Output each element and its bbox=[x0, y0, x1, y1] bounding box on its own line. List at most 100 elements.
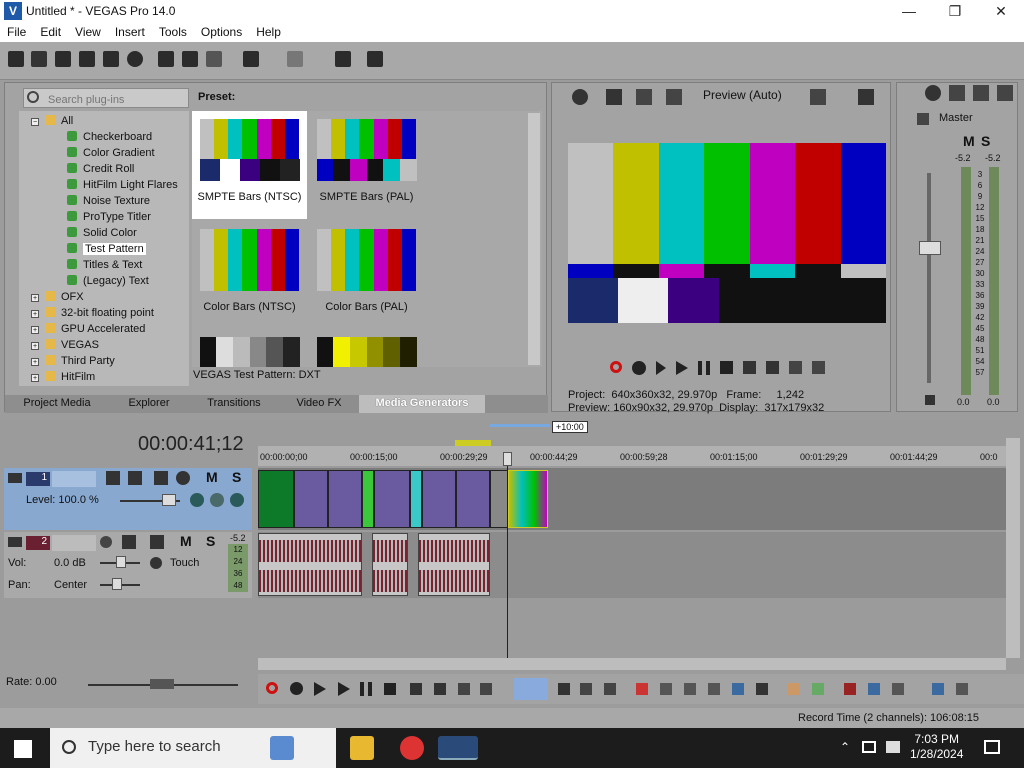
insert-region-icon[interactable] bbox=[812, 683, 824, 695]
timeline-pause-icon[interactable] bbox=[360, 682, 372, 696]
audio-clip[interactable] bbox=[418, 533, 490, 596]
timeline-horizontal-scrollbar[interactable] bbox=[258, 658, 1006, 670]
tree-item-gpu[interactable]: + GPU Accelerated bbox=[31, 321, 145, 337]
search-plugins-input[interactable] bbox=[23, 88, 189, 108]
audio-track-name-field[interactable] bbox=[52, 535, 96, 551]
cut-icon[interactable] bbox=[158, 51, 174, 67]
tree-item-hitfilm-light-flares[interactable]: HitFilm Light Flares bbox=[67, 177, 178, 193]
tree-item-checkerboard[interactable]: Checkerboard bbox=[67, 129, 152, 145]
delete-icon[interactable] bbox=[636, 683, 648, 695]
new-project-icon[interactable] bbox=[8, 51, 24, 67]
play-from-start-icon[interactable] bbox=[656, 361, 666, 375]
playhead-handle[interactable] bbox=[503, 452, 512, 466]
video-clip[interactable] bbox=[294, 470, 328, 528]
timeline-previous-frame-icon[interactable] bbox=[458, 683, 470, 695]
paste-icon[interactable] bbox=[206, 51, 222, 67]
auto-ripple-icon[interactable] bbox=[892, 683, 904, 695]
tray-chevron-icon[interactable]: ⌃ bbox=[840, 740, 850, 754]
master-solo-button[interactable]: S bbox=[981, 133, 990, 149]
auto-crossfade-icon[interactable] bbox=[868, 683, 880, 695]
audio-clip[interactable] bbox=[372, 533, 408, 596]
normal-edit-tool-icon[interactable] bbox=[514, 678, 548, 700]
notifications-icon[interactable] bbox=[984, 740, 1000, 754]
render-icon[interactable] bbox=[103, 51, 119, 67]
menu-options[interactable]: Options bbox=[194, 25, 249, 39]
volume-muted-icon[interactable] bbox=[886, 741, 900, 753]
automation-mode-dropdown[interactable]: Touch bbox=[170, 557, 199, 569]
tree-item-solid-color[interactable]: Solid Color bbox=[67, 225, 137, 241]
tab-media-generators[interactable]: Media Generators bbox=[359, 395, 485, 413]
trim-end-icon[interactable] bbox=[708, 683, 720, 695]
enable-snapping-icon[interactable] bbox=[335, 51, 351, 67]
tree-item-color-gradient[interactable]: Color Gradient bbox=[67, 145, 155, 161]
timeline-go-to-end-icon[interactable] bbox=[434, 683, 446, 695]
tree-item-test-pattern[interactable]: Test Pattern bbox=[67, 241, 146, 257]
tree-item-legacy-text[interactable]: (Legacy) Text bbox=[67, 273, 149, 289]
audio-track-lane[interactable] bbox=[258, 532, 1006, 598]
video-clip[interactable] bbox=[374, 470, 410, 528]
tab-explorer[interactable]: Explorer bbox=[109, 395, 189, 413]
timeline-play-from-start-icon[interactable] bbox=[314, 682, 326, 696]
selection-tool-icon[interactable] bbox=[580, 683, 592, 695]
record-icon[interactable] bbox=[610, 361, 622, 373]
timeline-stop-icon[interactable] bbox=[384, 683, 396, 695]
mixer-gear-icon[interactable] bbox=[925, 85, 941, 101]
audio-track-motion-icon[interactable] bbox=[150, 535, 164, 549]
mask-icon[interactable] bbox=[230, 493, 244, 507]
video-clip[interactable] bbox=[258, 470, 294, 528]
video-track-name-field[interactable] bbox=[52, 471, 96, 487]
tree-item-titles-text[interactable]: Titles & Text bbox=[67, 257, 142, 273]
mixer-speaker-icon[interactable] bbox=[973, 85, 989, 101]
preset-color-bars-ntsc[interactable]: Color Bars (NTSC) bbox=[192, 221, 307, 329]
fader-lock-icon[interactable] bbox=[925, 395, 935, 405]
insert-marker-icon[interactable] bbox=[788, 683, 800, 695]
video-track-mute-button[interactable]: M bbox=[206, 469, 218, 485]
tree-item-32bit[interactable]: +32-bit floating point bbox=[31, 305, 154, 321]
tree-item-protype-titler[interactable]: ProType Titler bbox=[67, 209, 151, 225]
preset-color-bars-pal[interactable]: Color Bars (PAL) bbox=[309, 221, 424, 329]
trim-start-icon[interactable] bbox=[684, 683, 696, 695]
timeline-next-frame-icon[interactable] bbox=[480, 683, 492, 695]
track-settings-gear-icon[interactable] bbox=[176, 471, 190, 485]
menu-edit[interactable]: Edit bbox=[33, 25, 68, 39]
video-track-header[interactable]: 1 M S Level: 100.0 % bbox=[4, 468, 252, 530]
master-mute-button[interactable]: M bbox=[963, 133, 975, 149]
timeline-loop-icon[interactable] bbox=[290, 682, 303, 695]
video-track-solo-button[interactable]: S bbox=[232, 469, 241, 485]
rate-slider-handle[interactable] bbox=[150, 679, 174, 689]
track-collapse-icon[interactable] bbox=[8, 473, 22, 483]
tab-transitions[interactable]: Transitions bbox=[189, 395, 279, 413]
video-clip[interactable] bbox=[410, 470, 422, 528]
volume-slider-handle[interactable] bbox=[116, 556, 126, 568]
redo-icon[interactable] bbox=[287, 51, 303, 67]
save-icon[interactable] bbox=[55, 51, 71, 67]
track-fx-icon[interactable] bbox=[128, 471, 142, 485]
preset-smpte-ntsc[interactable]: SMPTE Bars (NTSC) bbox=[192, 111, 307, 219]
envelope-tool-icon[interactable] bbox=[558, 683, 570, 695]
menu-help[interactable]: Help bbox=[249, 25, 288, 39]
whats-this-help-icon[interactable] bbox=[367, 51, 383, 67]
tree-item-ofx[interactable]: + OFX bbox=[31, 289, 84, 305]
close-button[interactable]: ✕ bbox=[978, 0, 1024, 22]
copy-snapshot-icon[interactable] bbox=[858, 89, 874, 105]
preset-grayscale[interactable] bbox=[192, 329, 307, 367]
tree-item-third-party[interactable]: + Third Party bbox=[31, 353, 115, 369]
menu-insert[interactable]: Insert bbox=[108, 25, 152, 39]
audio-track-collapse-icon[interactable] bbox=[8, 537, 22, 547]
level-slider-handle[interactable] bbox=[162, 494, 176, 506]
composite-parent-icon[interactable] bbox=[190, 493, 204, 507]
video-clip[interactable] bbox=[328, 470, 362, 528]
play-icon[interactable] bbox=[676, 361, 688, 375]
mixer-insert-icon[interactable] bbox=[949, 85, 965, 101]
menu-view[interactable]: View bbox=[68, 25, 108, 39]
stop-icon[interactable] bbox=[720, 361, 733, 374]
tree-item-credit-roll[interactable]: Credit Roll bbox=[67, 161, 134, 177]
overlays-grid-icon[interactable] bbox=[810, 89, 826, 105]
timeline-record-icon[interactable] bbox=[266, 682, 278, 694]
previous-frame-icon[interactable] bbox=[789, 361, 802, 374]
copy-icon[interactable] bbox=[182, 51, 198, 67]
properties-gear-icon[interactable] bbox=[127, 51, 143, 67]
audio-track-fx-icon[interactable] bbox=[122, 535, 136, 549]
chrome-icon[interactable] bbox=[400, 736, 424, 760]
audio-track-solo-button[interactable]: S bbox=[206, 533, 215, 549]
